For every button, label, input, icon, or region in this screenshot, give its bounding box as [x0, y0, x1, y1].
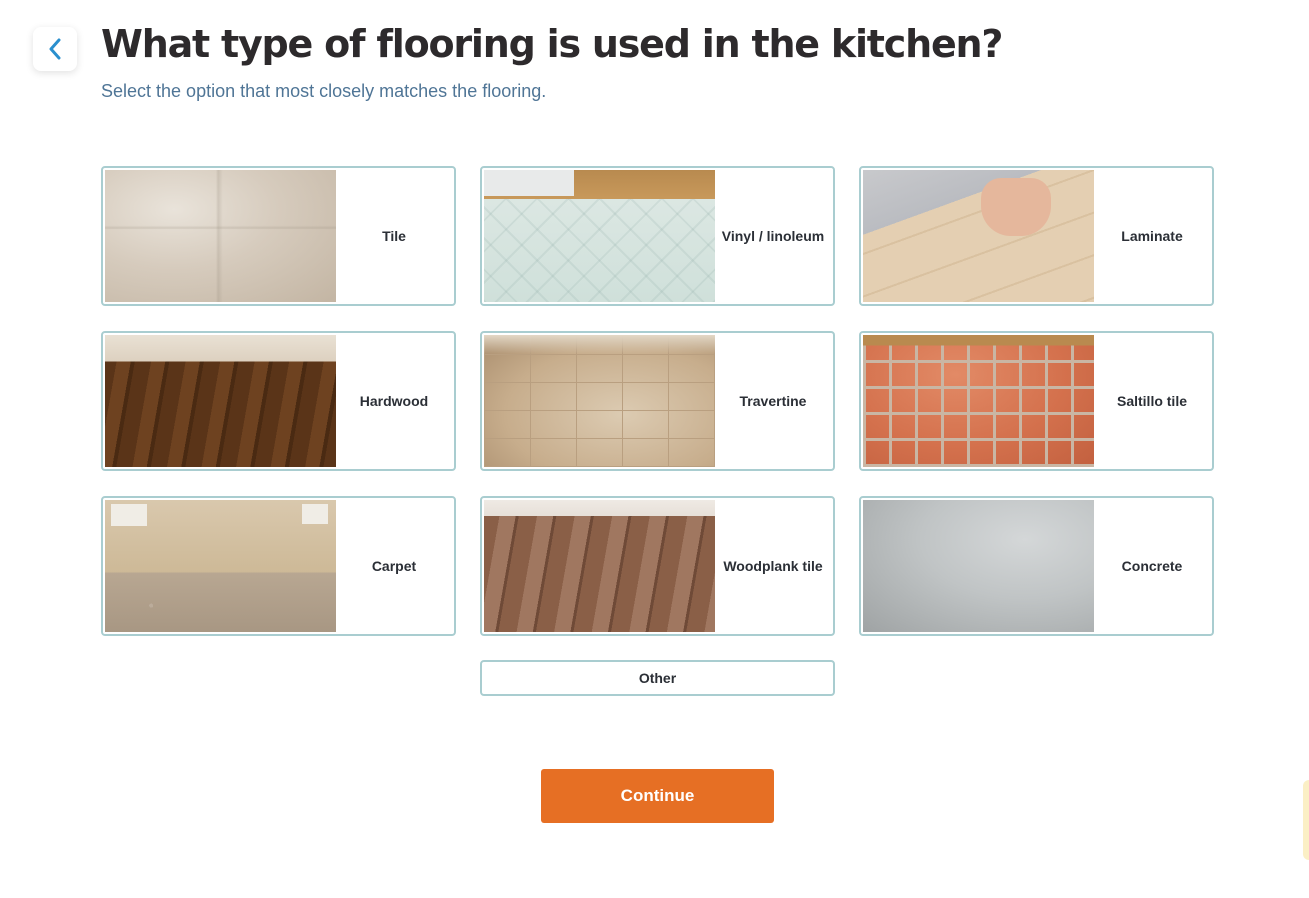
laminate-floor-photo — [863, 170, 1094, 302]
option-carpet[interactable]: Carpet — [101, 496, 456, 636]
option-hardwood[interactable]: Hardwood — [101, 331, 456, 471]
woodplank-floor-photo — [484, 500, 715, 632]
travertine-floor-photo — [484, 335, 715, 467]
page-title: What type of flooring is used in the kit… — [101, 22, 1003, 66]
option-woodplank-tile[interactable]: Woodplank tile — [480, 496, 835, 636]
option-tile[interactable]: Tile — [101, 166, 456, 306]
tile-floor-photo — [105, 170, 336, 302]
vinyl-floor-photo — [484, 170, 715, 302]
saltillo-floor-photo — [863, 335, 1094, 467]
chat-widget-edge[interactable] — [1303, 780, 1309, 860]
option-other-button[interactable]: Other — [480, 660, 835, 696]
option-label: Saltillo tile — [1116, 393, 1187, 409]
option-travertine[interactable]: Travertine — [480, 331, 835, 471]
option-label: Carpet — [371, 558, 417, 574]
concrete-floor-photo — [863, 500, 1094, 632]
option-label: Hardwood — [359, 393, 429, 409]
flooring-options-grid: Tile Vinyl / linoleum Laminate Hardwood … — [101, 166, 1214, 636]
option-label: Tile — [382, 228, 406, 244]
option-saltillo-tile[interactable]: Saltillo tile — [859, 331, 1214, 471]
option-label: Laminate — [1121, 228, 1183, 244]
continue-button[interactable]: Continue — [541, 769, 774, 823]
chevron-left-icon — [48, 38, 62, 60]
option-label: Concrete — [1121, 558, 1183, 574]
flooring-question-page: What type of flooring is used in the kit… — [0, 0, 1309, 898]
option-concrete[interactable]: Concrete — [859, 496, 1214, 636]
option-vinyl-linoleum[interactable]: Vinyl / linoleum — [480, 166, 835, 306]
option-laminate[interactable]: Laminate — [859, 166, 1214, 306]
hardwood-floor-photo — [105, 335, 336, 467]
back-button[interactable] — [33, 27, 77, 71]
page-subtitle: Select the option that most closely matc… — [101, 81, 547, 101]
option-label: Travertine — [739, 393, 807, 409]
carpet-floor-photo — [105, 500, 336, 632]
option-label: Vinyl / linoleum — [721, 228, 825, 244]
option-label: Woodplank tile — [723, 558, 823, 574]
